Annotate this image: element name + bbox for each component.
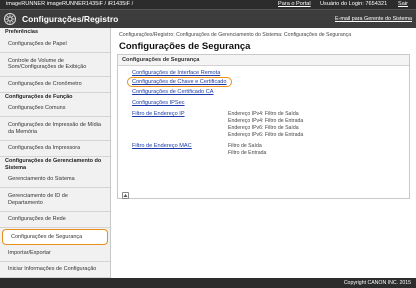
- mac-filter-details: Filtro de Saída Filtro de Entrada: [228, 143, 266, 157]
- sidebar: Preferências Configurações de Papel Cont…: [0, 28, 111, 278]
- portal-link[interactable]: Para o Portal: [278, 0, 311, 9]
- ip-filter-item: Endereço IPv4: Filtro de Saída: [228, 111, 299, 117]
- sidebar-item-paper[interactable]: Configurações de Papel: [0, 37, 110, 53]
- footer: Copyright CANON INC. 2015: [0, 278, 416, 288]
- sidebar-item-label: Configurações da Impressora: [8, 145, 81, 152]
- sidebar-heading-function: Configurações de Função: [5, 93, 73, 100]
- sidebar-item-label: Configurações de Rede: [8, 216, 66, 223]
- sidebar-item-system-management[interactable]: Gerenciamento do Sistema: [0, 172, 110, 188]
- sidebar-item-label: Iniciar Informações de Configuração: [8, 266, 97, 273]
- sidebar-item-label: Configurações de Segurança: [11, 233, 83, 240]
- key-certificate-settings-link[interactable]: Configurações de Chave e Certificado: [127, 77, 232, 87]
- sidebar-heading-preferences: Preferências: [5, 29, 39, 35]
- mac-filter-item: Filtro de Entrada: [228, 150, 267, 156]
- sidebar-item-label: Controle de Volume de Som/Configurações …: [8, 57, 87, 71]
- ip-filter-link[interactable]: Filtro de Endereço IP: [132, 111, 185, 117]
- remote-ui-settings-link[interactable]: Configurações de Interface Remota: [132, 70, 220, 76]
- sidebar-item-memory-print[interactable]: Configurações de Impressão de Mídia da M…: [0, 117, 110, 141]
- sidebar-heading-management: Configurações de Gerenciamento do Sistem…: [5, 158, 102, 171]
- breadcrumb: Configurações/Registro: Configurações de…: [119, 32, 352, 38]
- logout-link[interactable]: Sair: [398, 0, 408, 9]
- sidebar-item-timer[interactable]: Configurações de Cronômetro: [0, 77, 110, 93]
- ip-filter-item: Endereço IPv6: Filtro de Saída: [228, 125, 299, 131]
- section-heading: Configurações de Segurança: [118, 55, 409, 66]
- page-header-title: Configurações/Registro: [22, 14, 119, 24]
- ip-filter-details: Endereço IPv4: Filtro de Saída Endereço …: [228, 111, 303, 139]
- product-name: imageRUNNER imageRUNNER1435iF / iR1435iF…: [6, 1, 134, 7]
- sidebar-item-department-id[interactable]: Gerenciamento de ID de Departamento: [0, 188, 110, 212]
- email-admin-link[interactable]: E-mail para Gerente do Sistema: [335, 16, 412, 22]
- main-content: Configurações/Registro: Configurações de…: [115, 28, 416, 278]
- login-user: Usuário do Login: 7654321: [320, 1, 388, 7]
- sidebar-item-label: Gerenciamento do Sistema: [8, 176, 75, 183]
- sidebar-item-network[interactable]: Configurações de Rede: [0, 212, 110, 228]
- sidebar-item-label: Importar/Exportar: [8, 250, 51, 257]
- sidebar-item-security[interactable]: Configurações de Segurança: [2, 229, 108, 245]
- sidebar-item-label: Configurações de Cronômetro: [8, 80, 82, 87]
- sidebar-item-label: Configurações de Impressão de Mídia da M…: [8, 122, 101, 135]
- ip-filter-item: Endereço IPv4: Filtro de Entrada: [228, 118, 304, 124]
- mac-filter-link[interactable]: Filtro de Endereço MAC: [132, 143, 192, 149]
- ca-certificate-settings-link[interactable]: Configurações de Certificado CA: [132, 89, 213, 95]
- mac-filter-item: Filtro de Saída: [228, 143, 262, 149]
- sidebar-item-label: Gerenciamento de ID de Departamento: [8, 193, 68, 206]
- sidebar-item-init-settings[interactable]: Iniciar Informações de Configuração: [0, 262, 110, 278]
- copyright: Copyright CANON INC. 2015: [343, 280, 411, 286]
- sidebar-item-volume[interactable]: Controle de Volume de Som/Configurações …: [0, 53, 110, 77]
- top-bar: imageRUNNER imageRUNNER1435iF / iR1435iF…: [0, 0, 416, 9]
- sidebar-item-common[interactable]: Configurações Comuns: [0, 101, 110, 117]
- page-title: Configurações de Segurança: [119, 41, 251, 52]
- sidebar-item-label: Configurações de Papel: [8, 40, 67, 47]
- sidebar-item-printer[interactable]: Configurações da Impressora: [0, 141, 110, 157]
- header-bar: Configurações/Registro E-mail para Geren…: [0, 9, 416, 28]
- security-section: Configurações de Segurança Configurações…: [117, 54, 410, 199]
- sidebar-item-import-export[interactable]: Importar/Exportar: [0, 246, 110, 262]
- ip-filter-item: Endereço IPv6: Filtro de Entrada: [228, 132, 304, 138]
- back-to-top-icon[interactable]: [122, 192, 129, 199]
- gear-icon: [4, 13, 16, 25]
- ipsec-settings-link[interactable]: Configurações IPSec: [132, 100, 185, 106]
- sidebar-item-label: Configurações Comuns: [8, 105, 66, 112]
